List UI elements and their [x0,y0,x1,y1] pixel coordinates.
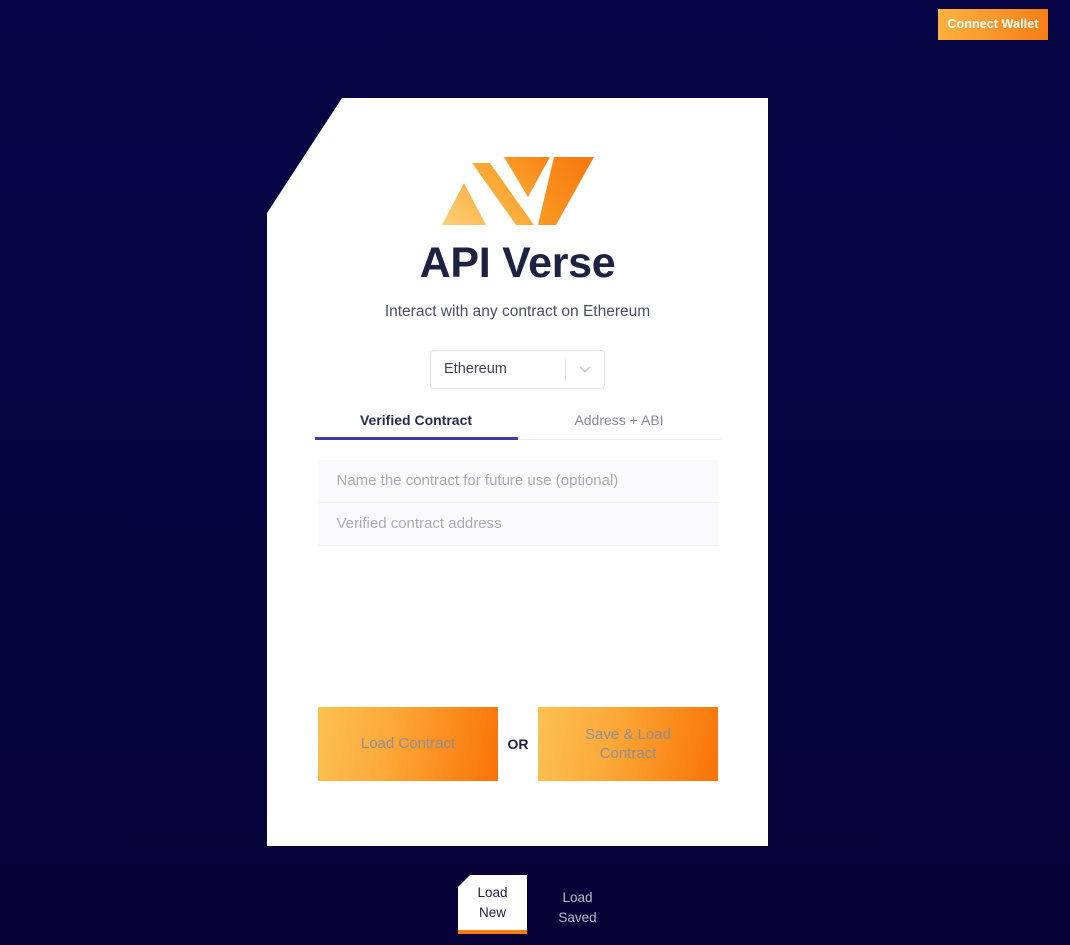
contract-address-input[interactable] [317,502,718,546]
network-select-value: Ethereum [444,361,507,377]
chevron-down-icon[interactable] [566,360,604,378]
contract-name-input[interactable] [317,459,718,503]
page-subtitle: Interact with any contract on Ethereum [384,303,651,320]
save-and-load-contract-button[interactable]: Save & Load Contract [538,707,718,781]
bottom-tab-load-new[interactable]: Load New [458,875,527,934]
or-label: OR [507,736,529,752]
bottom-tab-load-new-line1: Load [477,884,508,900]
tab-verified-contract[interactable]: Verified Contract [314,412,518,440]
load-contract-button[interactable]: Load Contract [318,707,498,781]
bottom-tab-bar: Load New Load Saved [0,875,1070,934]
api-verse-logo [441,157,594,225]
main-card: API Verse Interact with any contract on … [267,98,768,846]
connect-wallet-button[interactable]: Connect Wallet [938,9,1048,40]
bottom-tab-load-saved-line1: Load [562,889,593,905]
tab-address-abi[interactable]: Address + ABI [518,412,721,439]
network-select[interactable]: Ethereum [430,349,605,389]
contract-form [317,459,718,546]
contract-mode-tabs: Verified Contract Address + ABI [314,412,721,440]
bottom-tab-load-saved-line2: Saved [558,909,597,925]
bottom-tab-load-saved[interactable]: Load Saved [543,875,612,934]
bottom-tab-load-new-line2: New [478,904,506,920]
page-title: API Verse [419,239,616,287]
action-buttons: Load Contract OR Save & Load Contract [318,707,718,781]
